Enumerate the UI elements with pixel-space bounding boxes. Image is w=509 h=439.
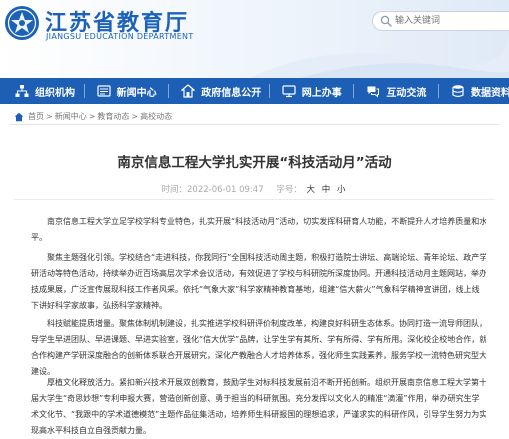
- home-icon: [14, 112, 24, 121]
- nav-item-interaction[interactable]: 互动交流: [354, 78, 438, 104]
- news-icon: [97, 85, 111, 97]
- article-divider: [14, 199, 495, 200]
- article-paragraph: 聚焦主题强化引领。学校结合“走进科技，你我同行”全国科技活动周主题，积极打造院士…: [31, 250, 486, 314]
- paragraph-line: 技成果展，广泛宣传展现科技工作者风采。依托“气象大家”科学家精神教育基地，组建“…: [31, 285, 480, 294]
- nav-item-data[interactable]: 数据资料: [439, 78, 509, 104]
- article-paragraph: 厚植文化释放活力。紧扣新兴技术开展双创教育，鼓励学生对标科技发展前沿不断开拓创新…: [31, 375, 486, 439]
- paragraph-line: 研活动等特色活动，持续举办近百场高层次学术会议活动，有效促进了学校与科研院所深度…: [31, 269, 486, 278]
- nav-item-news[interactable]: 新闻中心: [85, 78, 169, 104]
- nav-item-org[interactable]: 组织机构: [0, 78, 84, 104]
- data-icon: [452, 85, 464, 98]
- nav-item-label: 政府信息公开: [201, 87, 262, 99]
- site-header: 江苏省教育厅 JIANGSU EDUCATION DEPARTMENT: [0, 0, 509, 78]
- org-structure-icon: [15, 85, 29, 97]
- breadcrumb-separator: >: [88, 112, 96, 121]
- info-disclosure-icon: [181, 84, 196, 98]
- breadcrumb-separator: >: [131, 112, 139, 121]
- article-paragraph: 科技赋能提质增量。聚焦体制机制建设，扎实推进学校科研评价制度改革，构建良好科研生…: [31, 316, 486, 380]
- nav-item-gov-info[interactable]: 政府信息公开: [169, 78, 269, 104]
- paragraph-line: 届大学生“奇思妙想”专利申报大赛，营造创新创意、勇于担当的科研氛围。充分发挥以文…: [31, 394, 480, 403]
- font-size-large-button[interactable]: 大: [307, 185, 316, 195]
- breadcrumb: 首页 > 新闻中心 > 教育动态 > 高校动态: [14, 111, 172, 122]
- breadcrumb-separator: >: [46, 112, 53, 121]
- interaction-icon: [367, 86, 380, 98]
- paragraph-line: 术文化节、“我跟中的学术道德模范”主题作品征集活动，培养师生科研报国的理想追求，…: [31, 410, 486, 419]
- font-size-label: 字号：: [276, 185, 302, 195]
- search-icon[interactable]: [380, 15, 392, 27]
- paragraph-line: 导学生早进团队、早进课题、早进实验室，强化“信大优学”品牌，让学生学有其所、学有…: [31, 335, 486, 344]
- paragraph-line: 平。: [31, 233, 47, 242]
- breadcrumb-edu-news[interactable]: 教育动态: [97, 111, 129, 122]
- nav-item-label: 互动交流: [386, 87, 427, 99]
- breadcrumb-home[interactable]: 首页: [28, 111, 44, 122]
- paragraph-line: 厚植文化释放活力。紧扣新兴技术开展双创教育，鼓励学生对标科技发展前沿不断开拓创新…: [47, 378, 486, 387]
- paragraph-line: 现高水平科技自立自强贡献力量。: [31, 426, 151, 435]
- article-meta: 时间：2022-06-01 09:47 字号： 大 中 小: [0, 183, 509, 195]
- nav-item-label: 组织机构: [35, 87, 75, 99]
- nav-item-label: 新闻中心: [116, 87, 157, 99]
- paragraph-line: 聚焦主题强化引领。学校结合“走进科技，你我同行”全国科技活动周主题，积极打造院士…: [47, 253, 486, 262]
- article-title: 南京信息工程大学扎实开展“科技活动月”活动: [117, 155, 392, 171]
- paragraph-line: 南京信息工程大学立足学校学科专业特色，扎实开展“科技活动月”活动，切实发挥科研育…: [47, 217, 486, 226]
- breadcrumb-news[interactable]: 新闻中心: [55, 111, 87, 122]
- font-size-medium-button[interactable]: 中: [322, 185, 331, 195]
- paragraph-line: 合作构建产学研深度融合的创新体系联合开展研究，深化产教融合人才培养体系，强化师生…: [31, 351, 486, 360]
- article-paragraph: 南京信息工程大学立足学校学科专业特色，扎实开展“科技活动月”活动，切实发挥科研育…: [31, 214, 486, 246]
- online-service-icon: [282, 85, 296, 98]
- article-date: 时间：2022-06-01 09:47: [161, 185, 264, 195]
- breadcrumb-divider: [10, 124, 499, 125]
- paragraph-line: 科技赋能提质增量。聚焦体制机制建设，扎实推进学校科研评价制度改革，构建良好科研生…: [47, 319, 486, 328]
- main-nav: 组织机构 新闻中心 政府信息公开 网上办事 互动交流 数据资料: [0, 78, 509, 104]
- nav-item-label: 网上办事: [301, 87, 342, 99]
- search-box[interactable]: [372, 11, 509, 31]
- nav-item-online-service[interactable]: 网上办事: [270, 78, 354, 104]
- font-size-small-button[interactable]: 小: [337, 185, 346, 195]
- provincial-emblem-icon[interactable]: [4, 5, 40, 41]
- site-subtitle: JIANGSU EDUCATION DEPARTMENT: [46, 32, 194, 41]
- search-input[interactable]: [395, 13, 505, 29]
- breadcrumb-university-news[interactable]: 高校动态: [140, 111, 172, 122]
- paragraph-line: 下讲好科学家故事，弘扬科学家精神。: [31, 301, 167, 310]
- nav-item-label: 数据资料: [471, 87, 509, 99]
